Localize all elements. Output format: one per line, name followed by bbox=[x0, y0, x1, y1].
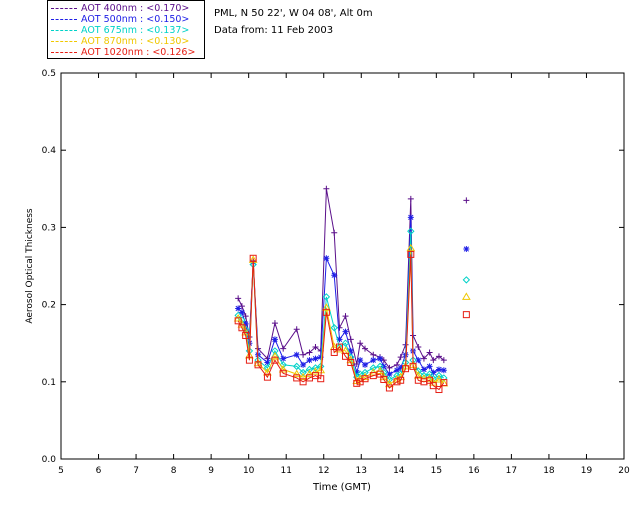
data-point-plus bbox=[342, 313, 349, 320]
data-point-plus bbox=[415, 344, 422, 351]
x-tick-label: 17 bbox=[506, 466, 517, 476]
x-tick-label: 14 bbox=[393, 466, 405, 476]
x-tick-label: 11 bbox=[280, 466, 291, 476]
legend-label-1020nm: AOT 1020nm : <0.126> bbox=[81, 47, 196, 58]
data-point-asterisk bbox=[306, 357, 313, 364]
x-tick-label: 5 bbox=[58, 466, 64, 476]
x-tick-label: 8 bbox=[171, 466, 177, 476]
site-info: PML, N 50 22', W 04 08', Alt 0m bbox=[214, 8, 373, 19]
legend-item-500nm: AOT 500nm : <0.150> bbox=[51, 14, 189, 25]
data-point-asterisk bbox=[420, 366, 427, 373]
data-point-asterisk bbox=[300, 361, 307, 368]
legend-label-400nm: AOT 400nm : <0.170> bbox=[81, 3, 190, 14]
data-point-asterisk bbox=[370, 357, 377, 364]
x-tick-label: 18 bbox=[543, 466, 555, 476]
data-point-plus bbox=[271, 320, 278, 327]
aot-chart: 5 6 7 8 9 10 11 12 13 14 15 16 17 18 19 20 0.0 0.1 0.2 0.3 0… bbox=[25, 69, 630, 493]
data-point-asterisk bbox=[293, 351, 300, 358]
chart-axes: 5 6 7 8 9 10 11 12 13 14 15 16 17 18 19 20 0.0 0.1 0.2 0.3 0… bbox=[42, 69, 630, 476]
legend: AOT 400nm : <0.170> AOT 500nm : <0.150> … bbox=[47, 0, 205, 59]
legend-item-400nm: AOT 400nm : <0.170> bbox=[51, 3, 189, 14]
data-point-asterisk bbox=[426, 363, 433, 370]
date-info: Data from: 11 Feb 2003 bbox=[214, 25, 334, 36]
x-tick-label: 13 bbox=[356, 466, 367, 476]
data-point-plus bbox=[280, 345, 287, 352]
data-point-asterisk bbox=[323, 255, 330, 262]
y-tick-label: 0.3 bbox=[42, 223, 56, 233]
legend-swatch-400nm bbox=[51, 8, 77, 9]
legend-label-870nm: AOT 870nm : <0.130> bbox=[81, 36, 190, 47]
data-point-asterisk bbox=[331, 272, 338, 279]
chart-series-layer bbox=[233, 185, 471, 394]
x-tick-label: 16 bbox=[468, 466, 480, 476]
series-0 bbox=[235, 185, 470, 371]
data-point-asterisk bbox=[435, 366, 442, 373]
legend-item-1020nm: AOT 1020nm : <0.126> bbox=[51, 47, 195, 58]
data-point-triangle bbox=[461, 292, 471, 300]
x-axis-label: Time (GMT) bbox=[312, 482, 371, 493]
data-point-asterisk bbox=[362, 361, 369, 368]
x-tick-label: 6 bbox=[96, 466, 102, 476]
x-tick-label: 9 bbox=[208, 466, 214, 476]
data-point-asterisk bbox=[271, 336, 278, 343]
data-point-asterisk bbox=[357, 357, 364, 364]
x-tick-label: 10 bbox=[243, 466, 255, 476]
legend-swatch-500nm bbox=[51, 19, 77, 20]
y-axis-label: Aerosol Optical Thickness bbox=[25, 208, 35, 324]
data-point-plus bbox=[463, 197, 470, 204]
data-point-plus bbox=[300, 351, 307, 358]
data-point-asterisk bbox=[463, 246, 470, 253]
plot-frame bbox=[60, 72, 625, 460]
data-point-plus bbox=[430, 357, 437, 364]
x-tick-label: 7 bbox=[133, 466, 139, 476]
data-point-plus bbox=[293, 326, 300, 333]
series-1 bbox=[235, 214, 470, 378]
data-point-plus bbox=[407, 195, 414, 202]
y-tick-label: 0.1 bbox=[42, 378, 56, 388]
data-point-plus bbox=[331, 229, 338, 236]
data-point-asterisk bbox=[342, 328, 349, 335]
data-point-asterisk bbox=[440, 367, 447, 374]
legend-swatch-870nm bbox=[51, 41, 77, 42]
legend-swatch-1020nm bbox=[51, 52, 77, 53]
legend-item-870nm: AOT 870nm : <0.130> bbox=[51, 36, 189, 47]
x-tick-label: 15 bbox=[431, 466, 442, 476]
data-point-diamond bbox=[462, 276, 471, 284]
y-tick-label: 0.0 bbox=[42, 455, 57, 465]
x-tick-label: 19 bbox=[581, 466, 593, 476]
data-point-plus bbox=[235, 295, 242, 302]
x-tick-label: 20 bbox=[618, 466, 630, 476]
legend-label-675nm: AOT 675nm : <0.137> bbox=[81, 25, 190, 36]
y-tick-label: 0.4 bbox=[42, 146, 57, 156]
legend-item-675nm: AOT 675nm : <0.137> bbox=[51, 25, 189, 36]
data-point-plus bbox=[323, 185, 330, 192]
data-point-asterisk bbox=[312, 355, 319, 362]
legend-label-500nm: AOT 500nm : <0.150> bbox=[81, 14, 190, 25]
data-point-asterisk bbox=[407, 214, 414, 221]
y-tick-label: 0.2 bbox=[42, 301, 56, 311]
data-point-square bbox=[462, 311, 470, 319]
data-point-asterisk bbox=[377, 355, 384, 362]
y-tick-label: 0.5 bbox=[42, 69, 56, 79]
x-tick-label: 12 bbox=[318, 466, 329, 476]
legend-swatch-675nm bbox=[51, 30, 77, 31]
